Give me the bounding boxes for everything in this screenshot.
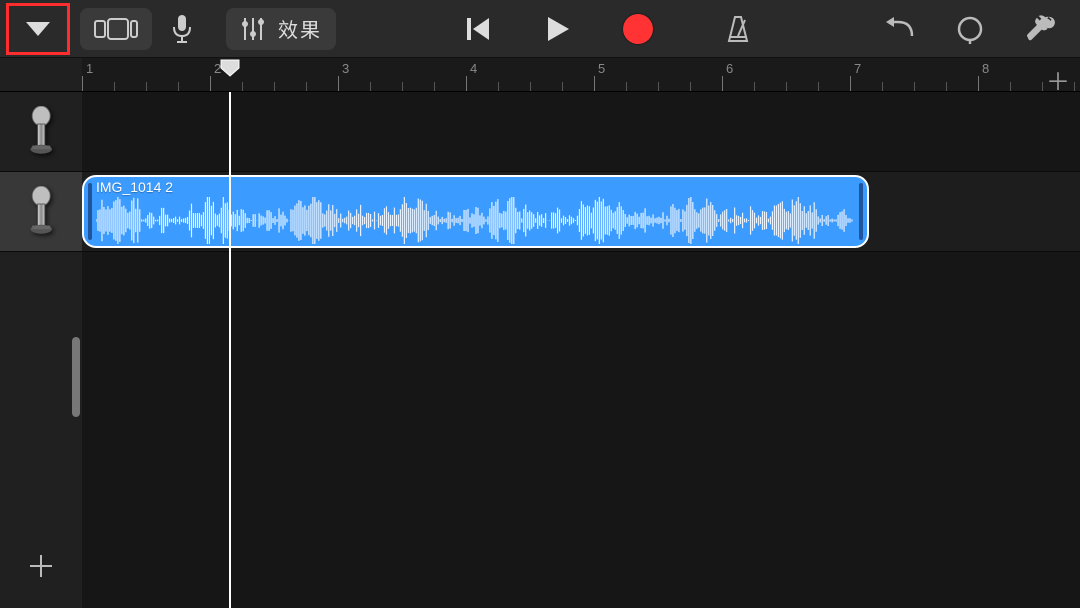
toolbar-left-group: 效果 [6, 3, 336, 55]
ruler-bar-number: 4 [470, 61, 477, 76]
add-track-button[interactable] [0, 536, 82, 596]
triangle-down-icon [24, 20, 52, 38]
undo-icon [884, 16, 916, 42]
metronome-icon [723, 14, 753, 44]
plus-icon [26, 551, 56, 581]
microphone-icon [171, 14, 193, 44]
clip-label: IMG_1014 2 [96, 179, 173, 195]
track-lane[interactable]: IMG_1014 2 [82, 172, 1080, 252]
track-view-button[interactable] [80, 8, 152, 50]
garageband-app: 效果 [0, 0, 1080, 608]
playhead-handle[interactable] [220, 59, 240, 75]
playhead[interactable] [229, 92, 231, 608]
settings-button[interactable] [1020, 9, 1060, 49]
fx-label: 效果 [278, 14, 322, 43]
toolbar: 效果 [0, 0, 1080, 58]
ruler-bar-number: 1 [86, 61, 93, 76]
track-volume-handle[interactable] [72, 337, 80, 417]
timeline-ruler[interactable]: 12345678 ＋ [0, 58, 1080, 92]
tracks-area[interactable]: IMG_1014 2 [82, 92, 1080, 608]
audio-clip[interactable]: IMG_1014 2 [82, 175, 869, 248]
track-lane[interactable] [82, 92, 1080, 172]
track-view-icon [94, 17, 138, 41]
fx-button[interactable]: 效果 [226, 8, 336, 50]
loop-icon [955, 14, 985, 44]
track-headers [0, 92, 82, 608]
track-header[interactable] [0, 172, 82, 252]
ruler-bar-number: 5 [598, 61, 605, 76]
record-button[interactable] [618, 9, 658, 49]
toolbar-right-group [880, 9, 1060, 49]
play-button[interactable] [538, 9, 578, 49]
ruler-gutter [0, 58, 82, 91]
clip-trim-right[interactable] [859, 183, 863, 240]
sliders-icon [240, 16, 266, 42]
clip-waveform [96, 197, 855, 244]
ruler-bar-number: 3 [342, 61, 349, 76]
navigation-dropdown-button[interactable] [6, 3, 70, 55]
ruler-bar-number: 7 [854, 61, 861, 76]
metronome-button[interactable] [718, 9, 758, 49]
wrench-icon [1025, 14, 1055, 44]
workspace: IMG_1014 2 [0, 92, 1080, 608]
transport-controls [344, 9, 872, 49]
ruler-bar-number: 8 [982, 61, 989, 76]
microphone-button[interactable] [162, 9, 202, 49]
clip-trim-left[interactable] [88, 183, 92, 240]
undo-button[interactable] [880, 9, 920, 49]
play-icon [545, 15, 571, 43]
go-to-start-button[interactable] [458, 9, 498, 49]
loop-browser-button[interactable] [950, 9, 990, 49]
ruler-bar-number: 6 [726, 61, 733, 76]
record-icon [623, 14, 653, 44]
skip-back-icon [465, 16, 491, 42]
track-header[interactable] [0, 92, 82, 172]
